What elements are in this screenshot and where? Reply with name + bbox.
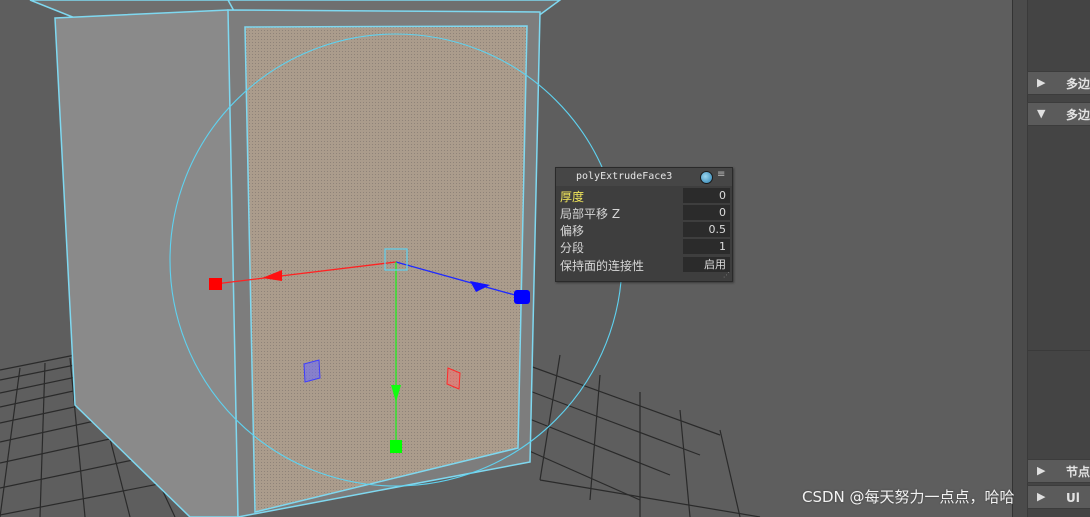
expand-triangle-icon: ▼ <box>1037 107 1046 120</box>
editor-title: polyExtrudeFace3 <box>576 171 673 182</box>
editor-row-local-translate-z[interactable]: 局部平移 Z 0 <box>560 204 730 221</box>
field-label: 厚度 <box>560 190 585 204</box>
field-label: 保持面的连接性 <box>560 259 645 273</box>
in-view-editor[interactable]: polyExtrudeFace3 ≡ 厚度 0 局部平移 Z 0 偏移 0.5 … <box>555 167 733 282</box>
scene-canvas[interactable] <box>0 0 1012 517</box>
collapse-triangle-icon: ▶ <box>1037 490 1046 503</box>
field-value[interactable]: 0 <box>683 205 730 220</box>
watermark-text: CSDN @每天努力一点点，哈哈 <box>802 488 1015 506</box>
section-label: Ul <box>1066 491 1080 505</box>
collapse-triangle-icon: ▶ <box>1037 464 1046 477</box>
ground-grid-right <box>526 354 761 517</box>
field-label: 分段 <box>560 241 585 255</box>
section-header-poly-1[interactable]: ▶ 多边 <box>1027 71 1090 95</box>
section-header-node[interactable]: ▶ 节点 <box>1027 459 1090 483</box>
menu-icon[interactable]: ≡ <box>717 169 725 180</box>
section-label: 多边 <box>1066 108 1090 122</box>
editor-row-offset[interactable]: 偏移 0.5 <box>560 221 730 238</box>
editor-row-thickness[interactable]: 厚度 0 <box>560 187 730 204</box>
editor-row-keep-faces-together[interactable]: 保持面的连接性 启用 <box>560 256 730 273</box>
section-label: 节点 <box>1066 465 1090 479</box>
collapse-triangle-icon: ▶ <box>1037 76 1046 89</box>
cube-left-face[interactable] <box>54 9 241 517</box>
field-value[interactable]: 0.5 <box>683 222 730 237</box>
section-label: 多边 <box>1066 77 1090 91</box>
field-value[interactable]: 0 <box>683 188 730 203</box>
panel-edge <box>1013 0 1028 517</box>
editor-row-divisions[interactable]: 分段 1 <box>560 238 730 255</box>
section-header-poly-2[interactable]: ▼ 多边 <box>1027 102 1090 126</box>
selected-face[interactable] <box>244 25 528 513</box>
3d-viewport[interactable]: polyExtrudeFace3 ≡ 厚度 0 局部平移 Z 0 偏移 0.5 … <box>0 0 1012 517</box>
section-header-ui[interactable]: ▶ Ul <box>1027 485 1090 509</box>
field-value[interactable]: 1 <box>683 239 730 254</box>
field-value[interactable]: 启用 <box>683 257 730 272</box>
manipulator-ball-icon[interactable] <box>700 171 713 184</box>
panel-divider <box>1027 350 1090 351</box>
editor-titlebar[interactable]: polyExtrudeFace3 ≡ <box>556 168 732 186</box>
plane-handle-blue[interactable] <box>303 359 321 383</box>
attribute-editor-panel: ▶ 多边 ▼ 多边 ▶ 节点 ▶ Ul <box>1012 0 1090 517</box>
resize-grip-icon[interactable]: ⋰ <box>723 271 730 279</box>
field-label: 局部平移 Z <box>560 207 621 221</box>
field-label: 偏移 <box>560 224 585 238</box>
